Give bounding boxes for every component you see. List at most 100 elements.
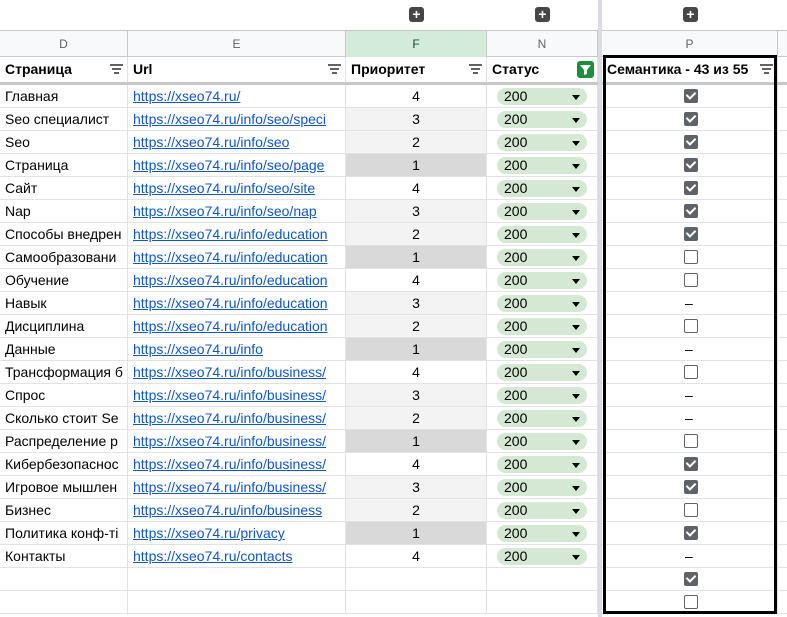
cell-status[interactable] xyxy=(487,568,598,590)
cell-url[interactable] xyxy=(128,568,346,590)
cell-page[interactable]: Seo xyxy=(0,131,128,153)
cell-status[interactable]: 200 xyxy=(487,407,598,429)
url-link[interactable]: https://xseo74.ru/info/education xyxy=(133,226,328,242)
header-page[interactable]: Страница xyxy=(0,57,128,82)
cell-url[interactable]: https://xseo74.ru/info/education xyxy=(128,292,346,314)
cell-page[interactable]: Кибербезопаснос xyxy=(0,453,128,475)
status-dropdown-chip[interactable]: 200 xyxy=(497,548,587,565)
url-link[interactable]: https://xseo74.ru/info/business/ xyxy=(133,364,326,380)
cell-page[interactable]: Политика конф-ті xyxy=(0,522,128,544)
url-link[interactable]: https://xseo74.ru/info/business/ xyxy=(133,433,326,449)
cell-status[interactable]: 200 xyxy=(487,269,598,291)
cell-page[interactable]: Страница xyxy=(0,154,128,176)
column-letter-e[interactable]: E xyxy=(128,31,346,57)
status-dropdown-chip[interactable]: 200 xyxy=(497,479,587,496)
cell-status[interactable]: 200 xyxy=(487,246,598,268)
cell-page[interactable]: Распределение р xyxy=(0,430,128,452)
cell-status[interactable]: 200 xyxy=(487,545,598,567)
cell-priority[interactable] xyxy=(346,591,487,613)
cell-url[interactable]: https://xseo74.ru/info/seo/page xyxy=(128,154,346,176)
cell-status[interactable]: 200 xyxy=(487,315,598,337)
cell-priority[interactable]: 4 xyxy=(346,85,487,107)
expand-group-plus-icon[interactable]: + xyxy=(409,7,424,22)
cell-priority[interactable]: 2 xyxy=(346,407,487,429)
cell-page[interactable]: Дисциплина xyxy=(0,315,128,337)
cell-priority[interactable]: 3 xyxy=(346,108,487,130)
cell-url[interactable]: https://xseo74.ru/info/seo/site xyxy=(128,177,346,199)
cell-status[interactable] xyxy=(487,591,598,613)
cell-status[interactable]: 200 xyxy=(487,338,598,360)
cell-url[interactable] xyxy=(128,591,346,613)
cell-url[interactable]: https://xseo74.ru/info/business/ xyxy=(128,453,346,475)
cell-page[interactable]: Игровое мышлен xyxy=(0,476,128,498)
filter-icon[interactable] xyxy=(110,64,123,75)
cell-priority[interactable]: 2 xyxy=(346,131,487,153)
cell-status[interactable]: 200 xyxy=(487,430,598,452)
cell-page[interactable]: Сайт xyxy=(0,177,128,199)
cell-priority[interactable]: 1 xyxy=(346,246,487,268)
cell-status[interactable]: 200 xyxy=(487,292,598,314)
cell-status[interactable]: 200 xyxy=(487,85,598,107)
header-url[interactable]: Url xyxy=(128,57,346,82)
cell-page[interactable]: Бизнес xyxy=(0,499,128,521)
cell-priority[interactable]: 4 xyxy=(346,545,487,567)
filter-icon[interactable] xyxy=(469,64,482,75)
status-dropdown-chip[interactable]: 200 xyxy=(497,249,587,266)
cell-page[interactable]: Seo специалист xyxy=(0,108,128,130)
status-dropdown-chip[interactable]: 200 xyxy=(497,157,587,174)
cell-priority[interactable]: 4 xyxy=(346,361,487,383)
column-letter-d[interactable]: D xyxy=(0,31,128,57)
url-link[interactable]: https://xseo74.ru/info/business/ xyxy=(133,479,326,495)
status-dropdown-chip[interactable]: 200 xyxy=(497,502,587,519)
cell-status[interactable]: 200 xyxy=(487,384,598,406)
url-link[interactable]: https://xseo74.ru/info/business/ xyxy=(133,387,326,403)
cell-url[interactable]: https://xseo74.ru/info/education xyxy=(128,315,346,337)
status-dropdown-chip[interactable]: 200 xyxy=(497,88,587,105)
cell-url[interactable]: https://xseo74.ru/info/business/ xyxy=(128,407,346,429)
cell-priority[interactable]: 3 xyxy=(346,476,487,498)
cell-priority[interactable]: 3 xyxy=(346,384,487,406)
url-link[interactable]: https://xseo74.ru/privacy xyxy=(133,525,285,541)
status-dropdown-chip[interactable]: 200 xyxy=(497,226,587,243)
cell-url[interactable]: https://xseo74.ru/privacy xyxy=(128,522,346,544)
url-link[interactable]: https://xseo74.ru/info xyxy=(133,341,263,357)
url-link[interactable]: https://xseo74.ru/info/seo/page xyxy=(133,157,324,173)
cell-url[interactable]: https://xseo74.ru/info/business/ xyxy=(128,430,346,452)
column-letter-f[interactable]: F xyxy=(346,31,487,57)
filter-icon[interactable] xyxy=(328,64,341,75)
status-dropdown-chip[interactable]: 200 xyxy=(497,272,587,289)
status-dropdown-chip[interactable]: 200 xyxy=(497,525,587,542)
url-link[interactable]: https://xseo74.ru/info/education xyxy=(133,295,328,311)
active-filter-icon[interactable] xyxy=(577,61,594,78)
status-dropdown-chip[interactable]: 200 xyxy=(497,111,587,128)
expand-group-plus-icon[interactable]: + xyxy=(535,7,550,22)
column-letter-n[interactable]: N xyxy=(487,31,598,57)
cell-page[interactable]: Nap xyxy=(0,200,128,222)
cell-priority[interactable]: 2 xyxy=(346,499,487,521)
cell-page[interactable]: Трансформация б xyxy=(0,361,128,383)
status-dropdown-chip[interactable]: 200 xyxy=(497,456,587,473)
cell-url[interactable]: https://xseo74.ru/contacts xyxy=(128,545,346,567)
status-dropdown-chip[interactable]: 200 xyxy=(497,364,587,381)
status-dropdown-chip[interactable]: 200 xyxy=(497,180,587,197)
cell-page[interactable]: Спрос xyxy=(0,384,128,406)
status-dropdown-chip[interactable]: 200 xyxy=(497,433,587,450)
column-letter-p[interactable]: P xyxy=(602,31,778,57)
cell-status[interactable]: 200 xyxy=(487,476,598,498)
status-dropdown-chip[interactable]: 200 xyxy=(497,134,587,151)
cell-status[interactable]: 200 xyxy=(487,499,598,521)
header-priority[interactable]: Приоритет xyxy=(346,57,487,82)
cell-status[interactable]: 200 xyxy=(487,453,598,475)
cell-url[interactable]: https://xseo74.ru/info/seo/speci xyxy=(128,108,346,130)
cell-page[interactable]: Контакты xyxy=(0,545,128,567)
status-dropdown-chip[interactable]: 200 xyxy=(497,410,587,427)
url-link[interactable]: https://xseo74.ru/ xyxy=(133,88,240,104)
url-link[interactable]: https://xseo74.ru/info/education xyxy=(133,249,328,265)
cell-status[interactable]: 200 xyxy=(487,200,598,222)
status-dropdown-chip[interactable]: 200 xyxy=(497,318,587,335)
cell-priority[interactable]: 3 xyxy=(346,200,487,222)
cell-url[interactable]: https://xseo74.ru/info/seo/nap xyxy=(128,200,346,222)
cell-status[interactable]: 200 xyxy=(487,522,598,544)
url-link[interactable]: https://xseo74.ru/info/seo/site xyxy=(133,180,315,196)
cell-priority[interactable]: 4 xyxy=(346,177,487,199)
